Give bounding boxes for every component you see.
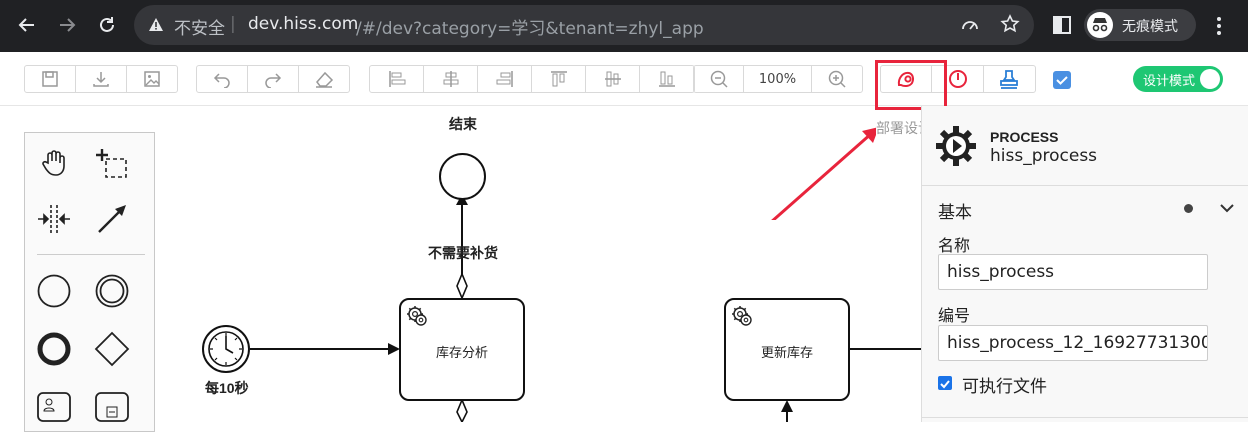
undo-icon	[213, 73, 230, 88]
checkmark-icon	[940, 380, 950, 389]
align-right-button[interactable]	[478, 66, 532, 92]
name-field[interactable]: hiss_process	[938, 254, 1208, 290]
align-left-icon	[388, 71, 405, 87]
name-field-label: 名称	[938, 236, 971, 255]
forward-button[interactable]	[52, 10, 82, 40]
service-task-gear-icon	[732, 306, 752, 326]
id-field[interactable]: hiss_process_12_16927731300	[938, 325, 1208, 361]
bookmark-star-icon[interactable]	[1000, 14, 1020, 34]
stamp-icon	[1000, 70, 1019, 89]
task-label: 更新库存	[760, 345, 813, 360]
url-path: /#/dev?category=学习&tenant=zhyl_app	[356, 19, 704, 39]
back-arrow-icon	[18, 18, 34, 32]
zoom-tool-group: 100%	[693, 65, 863, 93]
toggle-knob	[1200, 69, 1220, 89]
incognito-label: 无痕模式	[1122, 19, 1178, 35]
address-bar[interactable]: 不安全 | dev.hiss.com /#/dev?category=学习&te…	[134, 5, 1034, 45]
image-icon	[144, 71, 160, 87]
zoom-level[interactable]: 100%	[744, 66, 812, 92]
executable-checkbox[interactable]	[938, 376, 952, 390]
properties-panel: PROCESS hiss_process 基本 名称 hiss_process …	[921, 106, 1248, 422]
export-image-button[interactable]	[127, 66, 177, 92]
browser-menu-icon[interactable]	[1216, 16, 1222, 36]
redo-icon	[265, 73, 282, 88]
zoom-out-icon	[710, 70, 728, 88]
section-dot-indicator	[1184, 204, 1193, 213]
download-icon	[93, 72, 109, 87]
reload-button[interactable]	[92, 10, 122, 40]
back-button[interactable]	[12, 10, 42, 40]
section-divider	[922, 417, 1248, 418]
reload-icon	[100, 17, 114, 32]
side-panel-icon[interactable]	[1053, 16, 1071, 34]
task-inventory-analysis[interactable]: 库存分析	[399, 298, 525, 401]
section-basic-title[interactable]: 基本	[938, 198, 972, 223]
end-event[interactable]	[438, 152, 488, 202]
url-separator: |	[230, 14, 236, 34]
incognito-icon	[1087, 12, 1113, 38]
browser-toolbar: 不安全 | dev.hiss.com /#/dev?category=学习&te…	[0, 0, 1248, 52]
timer-event-label: 每10秒	[205, 380, 249, 396]
task-label: 库存分析	[435, 345, 488, 360]
zoom-in-icon	[828, 70, 846, 88]
align-left-button[interactable]	[370, 66, 424, 92]
align-bottom-icon	[659, 71, 675, 87]
executable-label: 可执行文件	[962, 377, 1047, 397]
align-bottom-button[interactable]	[640, 66, 694, 92]
redo-button[interactable]	[248, 66, 299, 92]
align-middle-button[interactable]	[586, 66, 640, 92]
zoom-out-button[interactable]	[694, 66, 744, 92]
url-host: dev.hiss.com	[248, 14, 359, 34]
file-tool-group	[24, 65, 178, 93]
align-top-button[interactable]	[532, 66, 586, 92]
incognito-badge[interactable]: 无痕模式	[1084, 9, 1196, 41]
end-event-label: 结束	[449, 116, 477, 132]
sequence-flow-label: 不需要补货	[428, 245, 498, 261]
option-checkbox[interactable]	[1053, 71, 1071, 89]
chevron-down-icon[interactable]	[1220, 203, 1234, 213]
stamp-button[interactable]	[984, 66, 1035, 92]
eraser-icon	[316, 71, 334, 88]
align-center-button[interactable]	[424, 66, 478, 92]
security-label: 不安全	[174, 19, 225, 39]
save-icon	[42, 71, 58, 87]
timer-start-event[interactable]	[201, 324, 251, 374]
warning-icon	[149, 18, 163, 31]
checkmark-icon	[1056, 76, 1068, 85]
process-gear-icon	[936, 126, 976, 166]
align-top-icon	[550, 71, 567, 87]
forward-arrow-icon	[60, 18, 76, 32]
task-update-inventory[interactable]: 更新库存	[724, 298, 850, 401]
edit-tool-group	[196, 65, 350, 93]
zoom-in-button[interactable]	[812, 66, 862, 92]
properties-header: PROCESS hiss_process	[922, 106, 1248, 186]
align-right-icon	[496, 71, 513, 87]
save-button[interactable]	[25, 66, 76, 92]
align-middle-icon	[604, 71, 621, 87]
power-icon	[948, 70, 967, 88]
design-mode-label: 设计模式	[1143, 74, 1196, 89]
align-tool-group	[369, 65, 695, 93]
align-center-icon	[443, 71, 458, 87]
service-task-gear-icon	[407, 306, 427, 326]
download-button[interactable]	[76, 66, 127, 92]
erase-button[interactable]	[299, 66, 349, 92]
design-mode-toggle[interactable]: 设计模式	[1133, 66, 1223, 92]
element-name: hiss_process	[990, 146, 1098, 166]
element-type: PROCESS	[990, 129, 1059, 145]
undo-button[interactable]	[197, 66, 248, 92]
designer-toolbar: 100% 设计模式	[0, 52, 1248, 106]
speed-gauge-icon[interactable]	[960, 15, 980, 35]
id-field-label: 编号	[938, 306, 971, 325]
